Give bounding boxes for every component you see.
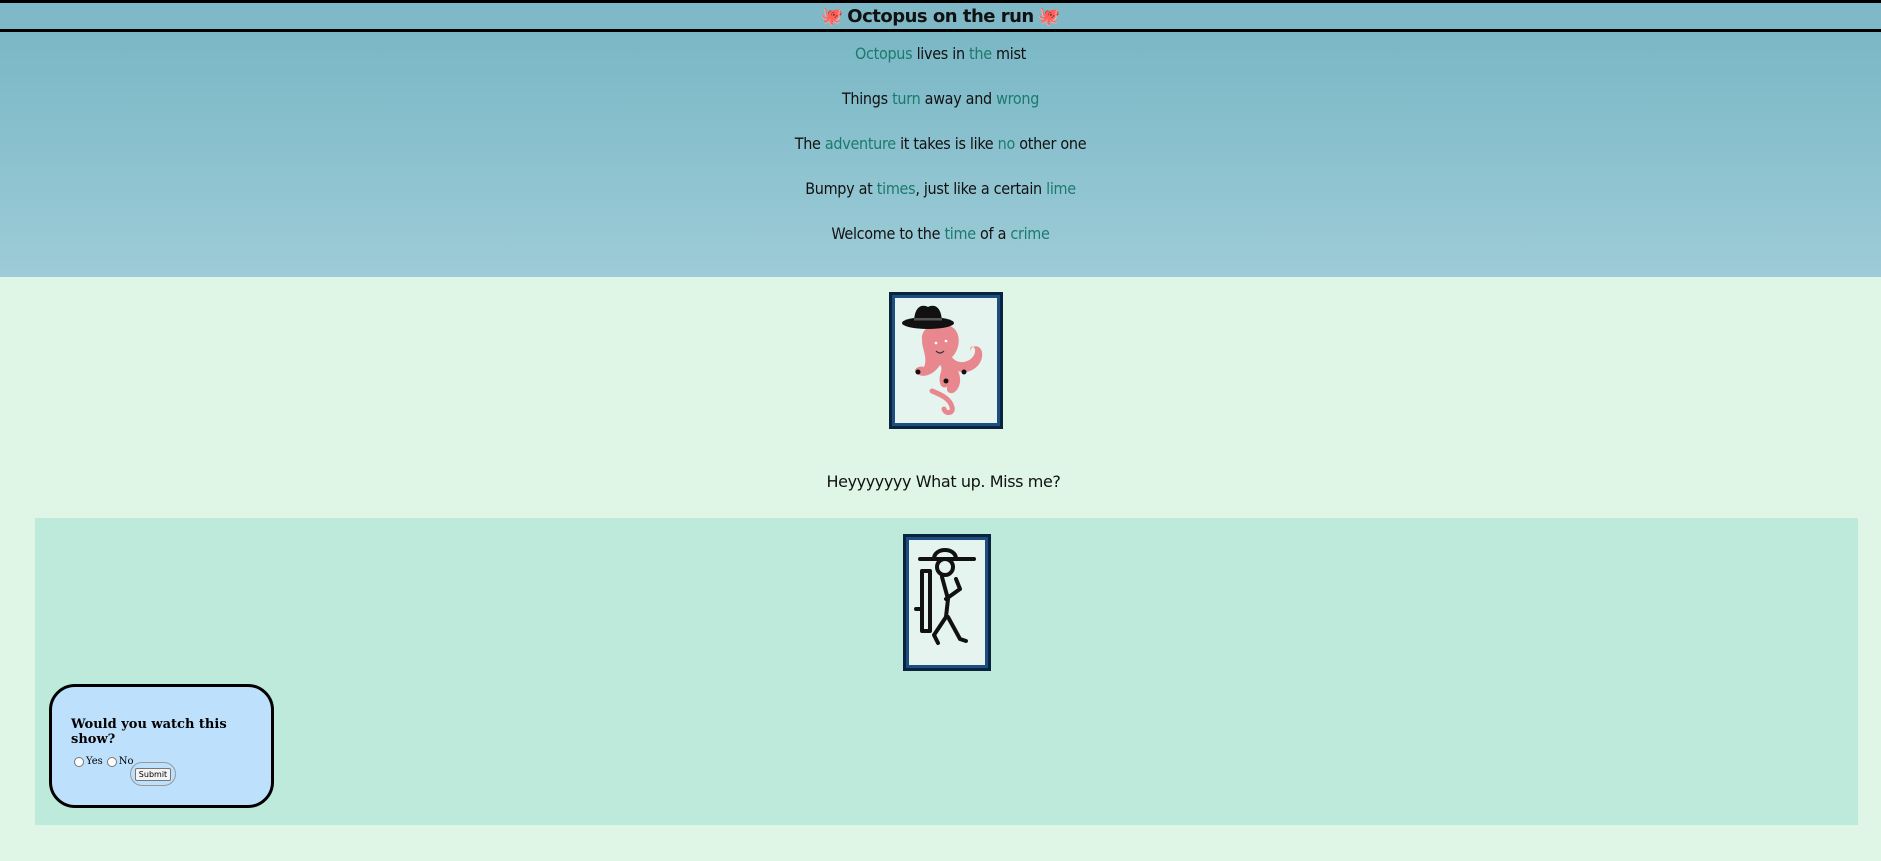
- page-title: Octopus on the run: [847, 5, 1034, 27]
- poem-highlight-word: Octopus: [854, 44, 913, 63]
- poem-highlight-word: the: [969, 44, 992, 63]
- poem-text: other one: [1014, 134, 1087, 153]
- submit-wrapper: Submit: [130, 762, 176, 786]
- poem-highlight-word: no: [997, 134, 1016, 153]
- poem-highlight-word: crime: [1010, 224, 1050, 243]
- radio-yes[interactable]: [74, 756, 84, 767]
- option-yes-label: Yes: [86, 756, 103, 767]
- poem-section: Octopus lives in the mist Things turn awa…: [0, 32, 1881, 277]
- page-header: 🐙 Octopus on the run 🐙: [0, 0, 1881, 32]
- main-content: Heyyyyyyy What up. Miss me? Would you wa…: [6, 277, 1881, 861]
- poem-highlight-word: adventure: [824, 134, 896, 153]
- octopus-cowboy-image: [889, 292, 1003, 429]
- poem-text: Bumpy at: [805, 179, 877, 198]
- poem-line: The adventure it takes is like no other …: [0, 134, 1881, 153]
- hiker-image: [903, 534, 991, 671]
- poem-highlight-word: wrong: [996, 89, 1040, 108]
- poem-highlight-word: times: [876, 179, 916, 198]
- hiker-icon: [914, 548, 976, 645]
- inner-section: Would you watch this show? Yes No Submit: [35, 518, 1858, 825]
- poem-line: Welcome to the time of a crime: [0, 224, 1881, 243]
- poem-line: Bumpy at times, just like a certain lime: [0, 179, 1881, 198]
- poem-text: of a: [975, 224, 1011, 243]
- poem-text: Things: [841, 89, 893, 108]
- poll-options: Yes No: [74, 756, 138, 767]
- poll-box: Would you watch this show? Yes No Submit: [49, 684, 274, 808]
- poem-text: it takes is like: [895, 134, 998, 153]
- poem-line: Octopus lives in the mist: [0, 44, 1881, 63]
- poem-text: mist: [991, 44, 1027, 63]
- poem-text: lives in: [912, 44, 970, 63]
- octopus-icon: 🐙: [1037, 5, 1061, 27]
- poem-text: , just like a certain: [915, 179, 1047, 198]
- poem-text: Welcome to the: [831, 224, 945, 243]
- poem-highlight-word: lime: [1046, 179, 1076, 198]
- greeting-text: Heyyyyyyy What up. Miss me?: [826, 472, 1061, 491]
- option-no-label: No: [118, 756, 134, 767]
- poll-question: Would you watch this show?: [71, 717, 227, 747]
- poem-text: The: [794, 134, 825, 153]
- poem-highlight-word: turn: [892, 89, 921, 108]
- submit-button[interactable]: Submit: [134, 767, 172, 781]
- octopus-cowboy-icon: [902, 305, 983, 416]
- octopus-icon: 🐙: [820, 5, 844, 27]
- poem-line: Things turn away and wrong: [0, 89, 1881, 108]
- poem-highlight-word: time: [944, 224, 976, 243]
- radio-no[interactable]: [106, 756, 117, 767]
- poem-text: away and: [920, 89, 997, 108]
